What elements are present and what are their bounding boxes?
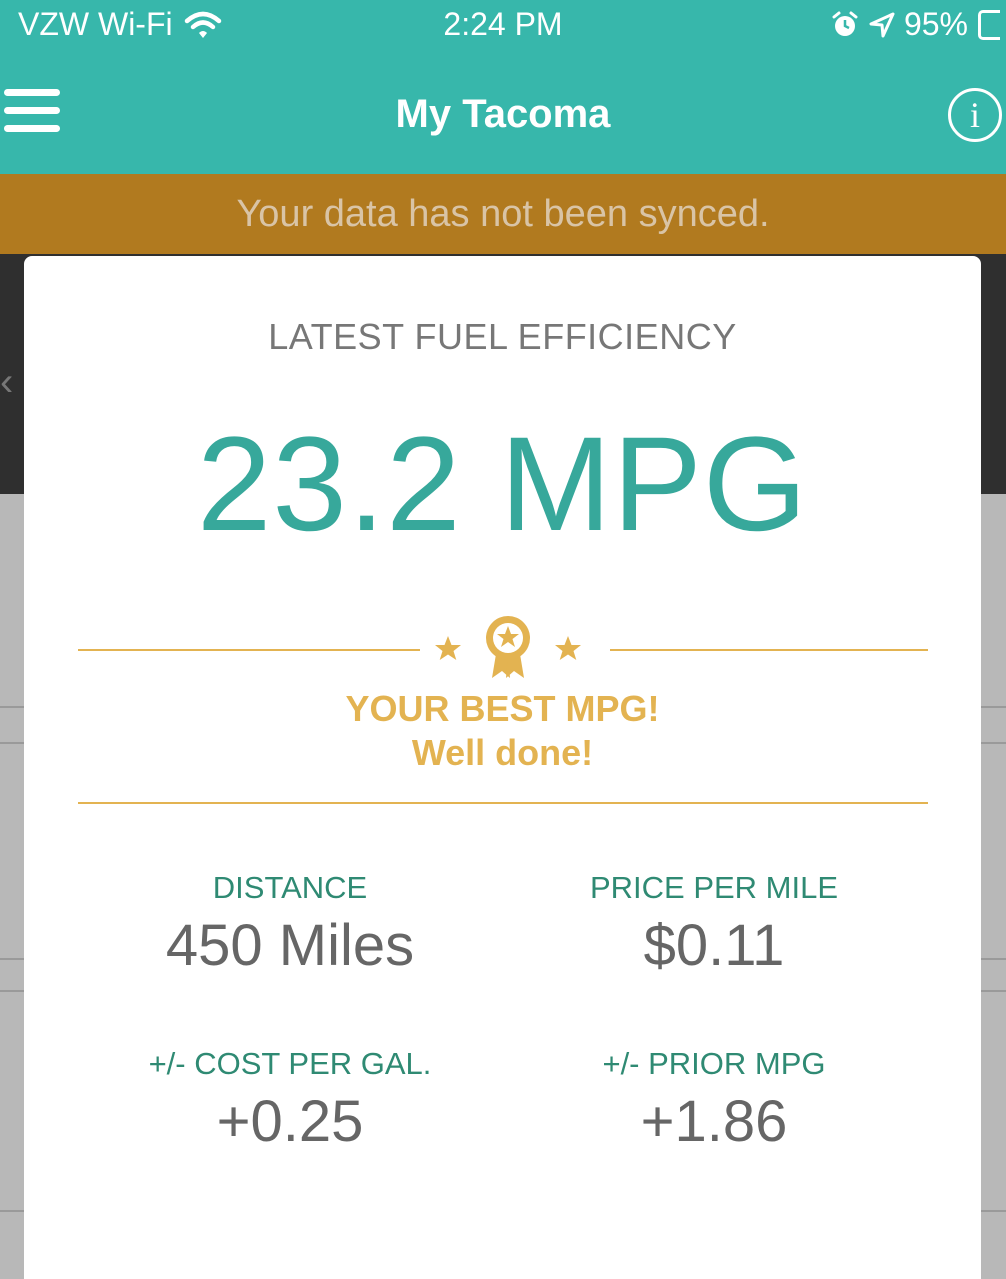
stat-prior-mpg: +/- PRIOR MPG +1.86 [504, 1046, 924, 1155]
stat-label: PRICE PER MILE [589, 870, 839, 905]
nav-bar: My Tacoma i [0, 56, 1006, 174]
page-title: My Tacoma [395, 92, 611, 136]
stat-label: +/- PRIOR MPG [602, 1046, 826, 1081]
stat-label: DISTANCE [212, 870, 368, 905]
mpg-value: 23.2 MPG [196, 410, 809, 559]
info-icon[interactable]: i [948, 88, 1002, 142]
award-badge [428, 614, 588, 687]
app-screen: VZW Wi-Fi 2:24 PM 95% My Tacoma i Your d… [0, 0, 1006, 1279]
fuel-efficiency-card: LATEST FUEL EFFICIENCY 23.2 MPG YOUR BES… [24, 256, 981, 1279]
award-ribbon-icon [486, 616, 530, 678]
stat-value: $0.11 [643, 913, 785, 978]
award-subtitle: Well done! [411, 732, 594, 773]
star-icon [555, 636, 581, 660]
stat-distance: DISTANCE 450 Miles [80, 870, 500, 979]
award-title: YOUR BEST MPG! [345, 688, 660, 729]
alarm-icon [830, 10, 860, 40]
stat-value: +0.25 [216, 1089, 364, 1154]
stat-value: 450 Miles [165, 913, 415, 978]
stat-value: +1.86 [640, 1089, 788, 1154]
battery-icon [978, 9, 1000, 40]
card-title: LATEST FUEL EFFICIENCY [268, 316, 737, 357]
award-divider-left [78, 649, 420, 651]
stat-label: +/- COST PER GAL. [148, 1046, 432, 1081]
location-arrow-icon [868, 11, 896, 39]
status-right: 95% [830, 6, 1000, 43]
battery-percent: 95% [903, 6, 968, 42]
status-bar: VZW Wi-Fi 2:24 PM 95% [0, 0, 1006, 56]
sync-banner[interactable]: Your data has not been synced. [0, 174, 1006, 254]
award-divider-right [610, 649, 928, 651]
award-divider-bottom [78, 802, 928, 804]
stat-cost-per-gallon: +/- COST PER GAL. +0.25 [80, 1046, 500, 1155]
star-icon [435, 636, 461, 660]
background-chevron-icon: ‹ [0, 360, 14, 404]
stat-price-per-mile: PRICE PER MILE $0.11 [504, 870, 924, 979]
